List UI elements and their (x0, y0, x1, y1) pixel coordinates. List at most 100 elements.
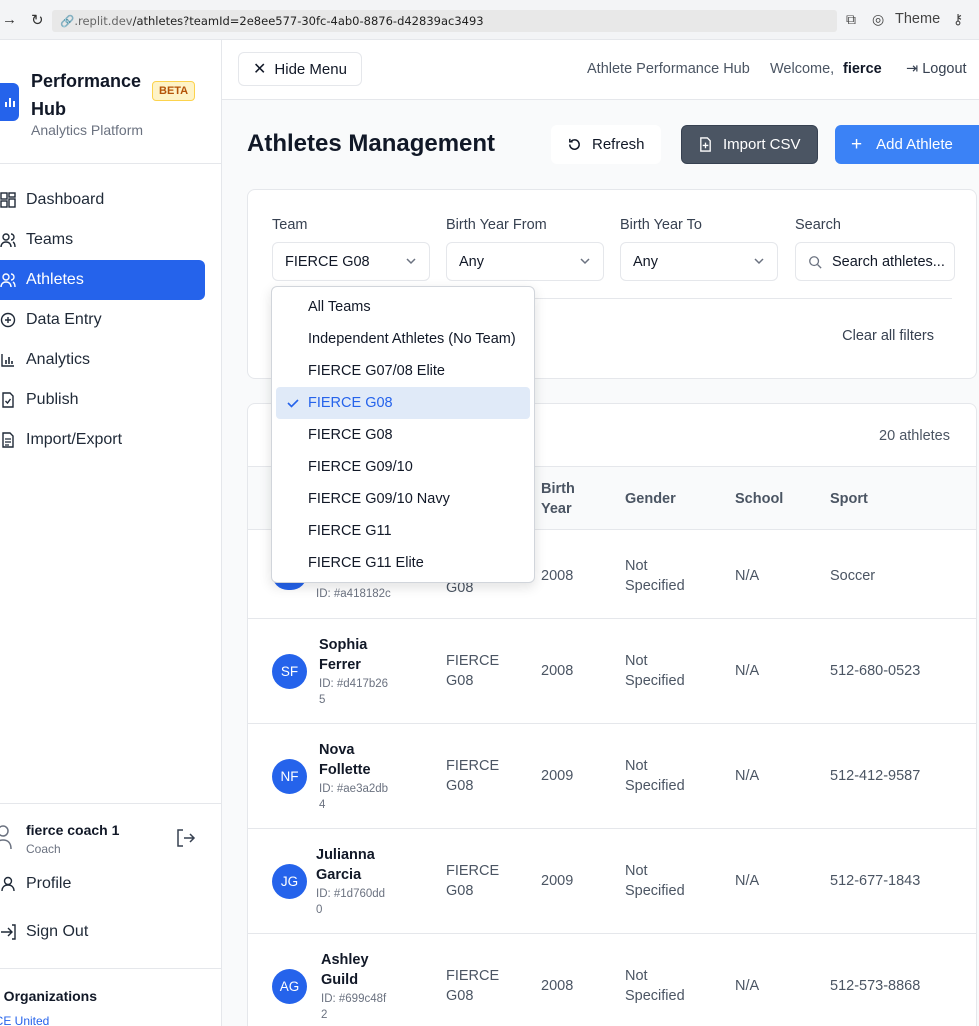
athlete-name[interactable]: Nova Follette (319, 740, 379, 780)
team-select[interactable]: FIERCE G08 (272, 242, 430, 281)
team-cell: FIERCE G08 (446, 863, 500, 899)
birth-year-cell: 2008 (541, 568, 574, 584)
user-icon (0, 825, 12, 850)
column-header-birth-year[interactable]: Birth Year (541, 479, 581, 519)
sport-cell: 512-680-0523 (830, 663, 921, 679)
sidebar-item-publish[interactable]: Publish (0, 380, 205, 420)
table-row[interactable]: JG Julianna Garcia ID: #1d760dd0 FIERCE … (248, 829, 976, 934)
school-cell: N/A (735, 568, 760, 584)
birth-year-cell: 2008 (541, 978, 574, 994)
profile-link[interactable]: Profile (0, 864, 205, 904)
athlete-id: ID: #a418182c (316, 588, 391, 600)
chevron-down-icon (580, 258, 590, 265)
app-name: Athlete Performance Hub (587, 61, 750, 77)
sidebar-item-label: Teams (26, 231, 74, 248)
birth-year-cell: 2008 (541, 663, 574, 679)
sidebar: Performance Hub BETA Analytics Platform … (0, 40, 222, 1026)
dropdown-option-g11[interactable]: FIERCE G11 (276, 515, 530, 547)
sport-cell: Soccer (830, 568, 876, 584)
url-host: .replit.dev (74, 14, 133, 28)
sidebar-item-teams[interactable]: Teams (0, 220, 205, 260)
sign-out-label: Sign Out (26, 923, 89, 940)
divider (0, 163, 221, 164)
sign-out-icon (1, 924, 16, 940)
athlete-name[interactable]: Ashley Guild (321, 950, 381, 990)
column-header-sport[interactable]: Sport (830, 489, 868, 509)
sidebar-item-data-entry[interactable]: Data Entry (0, 300, 205, 340)
athlete-id: ID: #ae3a2db4 (319, 783, 389, 811)
birth-year-from-select[interactable]: Any (446, 242, 604, 281)
username: fierce (843, 61, 882, 77)
dropdown-option-g07-08-elite[interactable]: FIERCE G07/08 Elite (276, 355, 530, 387)
logout-icon[interactable] (176, 829, 196, 847)
forward-arrow-icon[interactable]: → (2, 11, 17, 28)
logout-button[interactable]: ⇥ Logout (906, 61, 967, 77)
sidebar-item-label: Athletes (26, 271, 84, 288)
hide-menu-button[interactable]: ✕ Hide Menu (238, 52, 362, 86)
browser-toolbar: → ↻ 🔗.replit.dev/athletes?teamId=2e8ee57… (0, 0, 979, 40)
page-title: Athletes Management (247, 130, 496, 157)
sidebar-item-import-export[interactable]: Import/Export (0, 420, 205, 460)
address-bar[interactable]: 🔗.replit.dev/athletes?teamId=2e8ee577-30… (52, 10, 837, 32)
reload-icon[interactable]: ↻ (31, 11, 44, 29)
key-icon[interactable]: ⚷ (953, 11, 963, 28)
chevron-down-icon (406, 258, 416, 265)
sidebar-item-analytics[interactable]: Analytics (0, 340, 205, 380)
user-icon (1, 876, 15, 892)
gender-cell: Not Specified (625, 863, 685, 899)
sidebar-item-label: Publish (26, 391, 79, 408)
school-cell: N/A (735, 978, 760, 994)
refresh-button[interactable]: Refresh (551, 125, 661, 164)
file-text-icon (2, 432, 14, 448)
search-input[interactable]: Search athletes... (795, 242, 955, 281)
gender-cell: Not Specified (625, 558, 685, 594)
dropdown-option-g08[interactable]: FIERCE G08 (276, 419, 530, 451)
share-icon[interactable]: ⧉ (846, 11, 856, 28)
dropdown-option-all-teams[interactable]: All Teams (276, 291, 530, 323)
user-group-icon (0, 273, 16, 288)
column-header-gender[interactable]: Gender (625, 489, 676, 509)
clear-filters-button[interactable]: Clear all filters (842, 328, 934, 344)
chevron-down-icon (754, 258, 764, 265)
dropdown-option-g11-elite[interactable]: FIERCE G11 Elite (276, 547, 530, 579)
dropdown-option-g09-10[interactable]: FIERCE G09/10 (276, 451, 530, 483)
import-csv-button[interactable]: Import CSV (681, 125, 818, 164)
dropdown-option-independent[interactable]: Independent Athletes (No Team) (276, 323, 530, 355)
sidebar-item-dashboard[interactable]: Dashboard (0, 180, 205, 220)
athlete-id: ID: #d417b265 (319, 678, 389, 706)
birth-year-from-value: Any (459, 253, 484, 270)
avatar: JG (272, 864, 307, 899)
column-header-school[interactable]: School (735, 489, 783, 509)
avatar: NF (272, 759, 307, 794)
athlete-id: ID: #1d760dd0 (316, 888, 386, 916)
athlete-name[interactable]: Julianna Garcia (316, 845, 386, 885)
organizations-heading: y Organizations (0, 988, 98, 1004)
sidebar-item-athletes[interactable]: Athletes (0, 260, 205, 300)
table-row[interactable]: NF Nova Follette ID: #ae3a2db4 FIERCE G0… (248, 724, 976, 829)
search-label: Search (795, 217, 841, 233)
athlete-name[interactable]: Sophia Ferrer (319, 635, 379, 675)
search-icon (809, 255, 822, 269)
logout-icon: ⇥ (906, 61, 919, 77)
birth-year-to-select[interactable]: Any (620, 242, 778, 281)
dropdown-option-g09-10-navy[interactable]: FIERCE G09/10 Navy (276, 483, 530, 515)
avatar: AG (272, 969, 307, 1004)
add-athlete-button[interactable]: + Add Athlete (835, 125, 979, 164)
palette-icon[interactable]: ◎ (872, 11, 884, 28)
refresh-icon (569, 138, 580, 150)
sign-out-link[interactable]: Sign Out (0, 912, 205, 952)
divider (0, 968, 221, 969)
search-placeholder: Search athletes... (832, 253, 945, 270)
theme-button[interactable]: Theme (895, 11, 940, 27)
dropdown-option-g08-selected[interactable]: FIERCE G08 (276, 387, 530, 419)
gender-cell: Not Specified (625, 968, 685, 1004)
birth-year-cell: 2009 (541, 768, 574, 784)
logo-chart-icon (0, 83, 19, 121)
organization-link[interactable]: RCE United (0, 1014, 49, 1026)
team-dropdown-menu: All Teams Independent Athletes (No Team)… (271, 286, 535, 583)
birth-year-to-value: Any (633, 253, 658, 270)
add-athlete-label: Add Athlete (876, 136, 953, 153)
table-row[interactable]: AG Ashley Guild ID: #699c48f2 FIERCE G08… (248, 934, 976, 1026)
beta-badge: BETA (152, 81, 196, 101)
table-row[interactable]: SF Sophia Ferrer ID: #d417b265 FIERCE G0… (248, 619, 976, 724)
